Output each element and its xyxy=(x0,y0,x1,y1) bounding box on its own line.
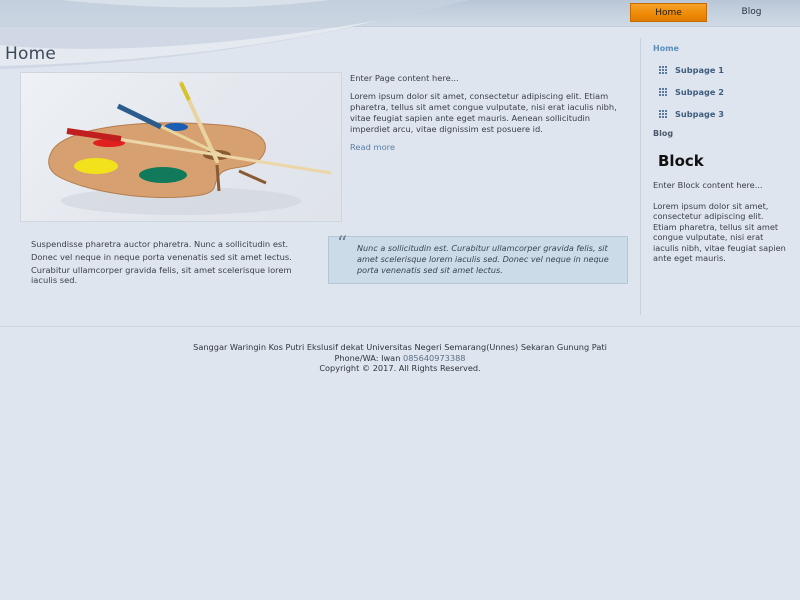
sidebar-item-label: Subpage 2 xyxy=(675,87,724,97)
footer-address: Sanggar Waringin Kos Putri Ekslusif deka… xyxy=(193,342,607,352)
intro-text: Enter Page content here... xyxy=(350,73,459,83)
sidebar-item-subpage-2[interactable]: Subpage 2 xyxy=(659,87,724,97)
footer-copyright: Copyright © 2017. All Rights Reserved. xyxy=(319,363,481,373)
main-nav: Home Blog xyxy=(630,3,790,22)
text-list: Suspendisse pharetra auctor pharetra. Nu… xyxy=(31,239,311,288)
sidebar-item-label: Subpage 3 xyxy=(675,109,724,119)
block-title: Block xyxy=(658,152,704,170)
content-main-text: Enter Page content here... Lorem ipsum d… xyxy=(350,73,628,160)
sidebar: Home Subpage 1 Subpage 2 Subpage 3 Blog … xyxy=(640,38,791,315)
block-paragraph: Lorem ipsum dolor sit amet, consectetur … xyxy=(653,200,786,264)
block-intro: Enter Block content here... xyxy=(653,180,763,190)
list-item: Donec vel neque in neque porta venenatis… xyxy=(31,252,292,262)
sidebar-item-home[interactable]: Home xyxy=(653,44,679,53)
page-title: Home xyxy=(5,44,57,64)
sidebar-item-subpage-3[interactable]: Subpage 3 xyxy=(659,109,724,119)
sidebar-item-label: Subpage 1 xyxy=(675,65,724,75)
paint-palette-icon xyxy=(48,81,332,215)
footer-divider xyxy=(0,326,800,327)
phone-link[interactable]: 085640973388 xyxy=(403,353,466,363)
blockquote: “ Nunc a sollicitudin est. Curabitur ull… xyxy=(328,231,628,284)
grid-icon xyxy=(659,66,667,74)
footer-phone-label: Phone/WA: Iwan xyxy=(334,352,401,363)
nav-blog[interactable]: Blog xyxy=(713,3,790,22)
grid-icon xyxy=(659,110,667,118)
block-content: Enter Block content here... Lorem ipsum … xyxy=(653,180,788,274)
list-item: Curabitur ullamcorper gravida felis, sit… xyxy=(31,265,292,285)
read-more-link[interactable]: Read more xyxy=(350,142,395,152)
hero-image xyxy=(20,72,342,222)
lorem-paragraph: Lorem ipsum dolor sit amet, consectetur … xyxy=(350,91,617,134)
nav-home[interactable]: Home xyxy=(630,3,707,22)
footer-phone: Phone/WA: Iwan 085640973388 xyxy=(0,353,800,364)
quote-mark-icon: “ xyxy=(337,231,348,255)
sidebar-item-subpage-1[interactable]: Subpage 1 xyxy=(659,65,724,75)
grid-icon xyxy=(659,88,667,96)
footer: Sanggar Waringin Kos Putri Ekslusif deka… xyxy=(0,342,800,374)
quote-text: Nunc a sollicitudin est. Curabitur ullam… xyxy=(357,243,609,275)
sidebar-item-blog[interactable]: Blog xyxy=(653,129,673,138)
list-item: Suspendisse pharetra auctor pharetra. Nu… xyxy=(31,239,289,249)
